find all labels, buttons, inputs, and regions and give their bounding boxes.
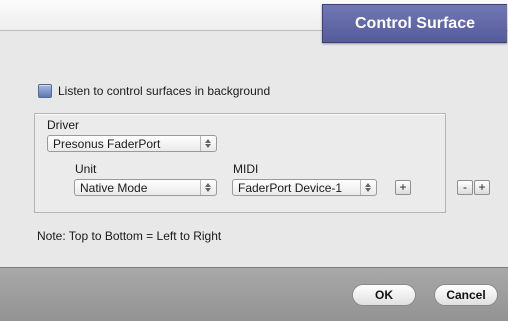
background-listen-checkbox[interactable] — [38, 84, 52, 98]
popup-arrows-icon — [200, 136, 215, 151]
unit-popup-value: Native Mode — [80, 180, 148, 195]
add-midi-device-button[interactable]: + — [395, 180, 411, 195]
unit-label: Unit — [75, 162, 97, 176]
dialog-body: Listen to control surfaces in background… — [0, 30, 508, 268]
dialog-footer: OK Cancel — [0, 267, 508, 321]
midi-popup[interactable]: FaderPort Device-1 — [232, 179, 377, 196]
remove-surface-button[interactable]: - — [457, 180, 473, 195]
driver-popup-value: Presonus FaderPort — [53, 136, 161, 151]
midi-label: MIDI — [233, 162, 259, 176]
driver-group-box: Driver Presonus FaderPort Unit Native Mo… — [34, 113, 446, 213]
note-text: Note: Top to Bottom = Left to Right — [37, 229, 222, 243]
driver-label: Driver — [47, 118, 79, 132]
background-listen-option[interactable]: Listen to control surfaces in background — [38, 83, 270, 99]
popup-arrows-icon — [360, 180, 375, 195]
add-surface-button[interactable]: + — [474, 180, 490, 195]
dialog-title: Control Surface — [322, 4, 507, 43]
cancel-button[interactable]: Cancel — [434, 284, 498, 306]
background-listen-label: Listen to control surfaces in background — [58, 84, 271, 98]
ok-button[interactable]: OK — [352, 284, 416, 306]
popup-arrows-icon — [200, 180, 215, 195]
midi-popup-value: FaderPort Device-1 — [238, 180, 343, 195]
unit-popup[interactable]: Native Mode — [74, 179, 217, 196]
driver-popup[interactable]: Presonus FaderPort — [47, 135, 217, 152]
